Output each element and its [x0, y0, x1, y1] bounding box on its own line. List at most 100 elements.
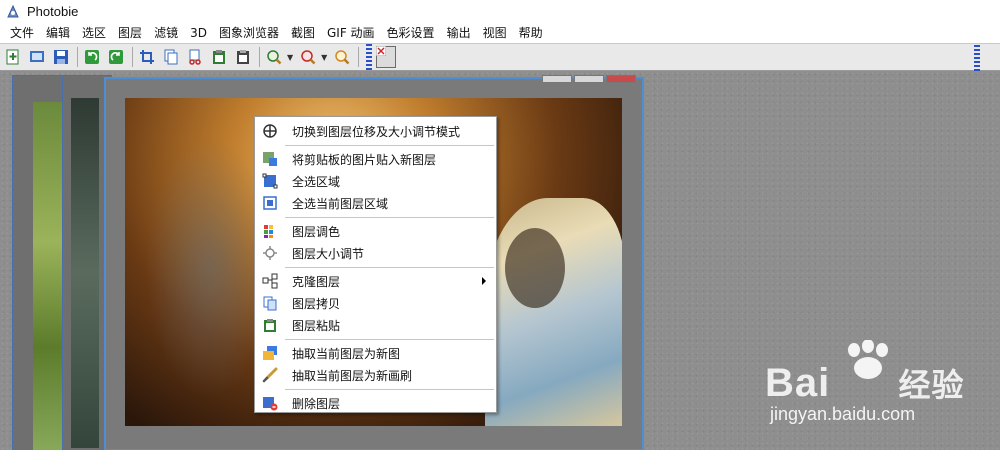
- crop-icon: [140, 50, 154, 64]
- menu-output[interactable]: 输出: [441, 23, 477, 43]
- photobie-app-icon: [7, 4, 19, 17]
- menu-item-paste-layer[interactable]: 图层粘贴: [255, 315, 496, 335]
- menu-selection[interactable]: 选区: [76, 23, 112, 43]
- menu-gif-animation[interactable]: GIF 动画: [321, 23, 381, 43]
- copy-button[interactable]: [160, 46, 182, 68]
- watermark-url: jingyan.baidu.com: [770, 404, 916, 424]
- clone-icon: [262, 273, 278, 289]
- extract-image-icon: [262, 345, 278, 361]
- undo-icon: [85, 50, 99, 64]
- close-button[interactable]: [606, 75, 636, 83]
- menu-separator: [285, 267, 494, 268]
- zoom-fit-button[interactable]: [331, 46, 353, 68]
- window-title: Photobie: [27, 4, 79, 19]
- baidu-watermark: Bai 经验 jingyan.baidu.com: [730, 340, 990, 430]
- toolbar-separator: [358, 47, 360, 67]
- color-swatch[interactable]: [376, 46, 397, 68]
- close-x-icon: [376, 46, 387, 56]
- menu-color-settings[interactable]: 色彩设置: [381, 23, 441, 43]
- document-thumbnail: [71, 98, 99, 448]
- context-menu: 切换到图层位移及大小调节模式 将剪贴板的图片贴入新图层 全选区域 全选当前图层区…: [254, 116, 497, 413]
- menu-item-label: 图层拷贝: [292, 296, 341, 311]
- minimize-button[interactable]: [542, 75, 572, 83]
- photo-subject: [485, 198, 622, 426]
- select-all-icon: [262, 173, 278, 189]
- maximize-button[interactable]: [574, 75, 604, 83]
- cut-button[interactable]: [184, 46, 206, 68]
- photo-region: [505, 228, 565, 308]
- copy-layer-icon: [262, 295, 278, 311]
- undo-button[interactable]: [81, 46, 103, 68]
- new-file-button[interactable]: [2, 46, 24, 68]
- menu-item-label: 图层粘贴: [292, 318, 341, 333]
- paste-button[interactable]: [208, 46, 230, 68]
- zoom-in-dropdown-icon[interactable]: ▼: [287, 53, 293, 62]
- menu-item-select-layer[interactable]: 全选当前图层区域: [255, 193, 496, 213]
- palette-icon: [262, 223, 278, 239]
- menu-filter[interactable]: 滤镜: [148, 23, 184, 43]
- crop-button[interactable]: [136, 46, 158, 68]
- zoom-in-button[interactable]: [263, 46, 285, 68]
- menu-item-label: 抽取当前图层为新图: [292, 346, 401, 361]
- save-icon: [54, 50, 68, 64]
- save-button[interactable]: [50, 46, 72, 68]
- menu-item-select-all[interactable]: 全选区域: [255, 171, 496, 191]
- open-file-button[interactable]: [26, 46, 48, 68]
- cut-icon: [189, 49, 201, 65]
- zoom-out-button[interactable]: [297, 46, 319, 68]
- menu-item-label: 全选当前图层区域: [292, 196, 389, 211]
- menu-separator: [285, 145, 494, 146]
- zoom-out-dropdown-icon[interactable]: ▼: [321, 53, 327, 62]
- zoom-out-icon: [301, 50, 316, 65]
- toolbar: ▼ ▼: [0, 43, 1000, 71]
- menu-layer[interactable]: 图层: [112, 23, 148, 43]
- toolbar-grip-right[interactable]: [974, 45, 980, 71]
- menu-file[interactable]: 文件: [4, 23, 40, 43]
- toolbar-grip[interactable]: [366, 44, 373, 70]
- menu-item-delete-layer[interactable]: 删除图层: [255, 393, 496, 413]
- menu-item-extract-image[interactable]: 抽取当前图层为新图: [255, 343, 496, 363]
- watermark-brand-text: Bai: [765, 361, 831, 405]
- watermark-brand-suffix: 经验: [898, 367, 965, 403]
- paste-new-button[interactable]: [232, 46, 254, 68]
- paste-icon: [213, 50, 225, 64]
- watermark-brand: Bai 经验: [765, 360, 965, 406]
- title-bar: Photobie: [0, 0, 1000, 23]
- menu-item-paste-new-layer[interactable]: 将剪贴板的图片贴入新图层: [255, 149, 496, 169]
- resize-icon: [262, 245, 278, 261]
- menu-screenshot[interactable]: 截图: [285, 23, 321, 43]
- menu-item-layer-resize[interactable]: 图层大小调节: [255, 243, 496, 263]
- menu-bar: 文件 编辑 选区 图层 滤镜 3D 图象浏览器 截图 GIF 动画 色彩设置 输…: [0, 23, 1000, 43]
- menu-item-label: 克隆图层: [292, 274, 341, 289]
- menu-separator: [285, 389, 494, 390]
- new-file-icon: [6, 49, 19, 65]
- menu-item-label: 图层大小调节: [292, 246, 365, 261]
- menu-item-extract-brush[interactable]: 抽取当前图层为新画刷: [255, 365, 496, 385]
- toolbar-separator: [132, 47, 133, 67]
- menu-image-browser[interactable]: 图象浏览器: [213, 23, 285, 43]
- submenu-arrow-icon: [482, 277, 486, 285]
- menu-item-label: 将剪贴板的图片贴入新图层: [292, 152, 437, 167]
- toolbar-separator: [77, 47, 78, 67]
- paste-new-icon: [237, 50, 249, 64]
- zoom-in-icon: [267, 50, 282, 65]
- menu-item-clone-layer[interactable]: 克隆图层: [255, 271, 496, 291]
- copy-icon: [164, 49, 178, 65]
- menu-item-label: 抽取当前图层为新画刷: [292, 368, 413, 383]
- menu-item-label: 全选区域: [292, 174, 341, 189]
- menu-help[interactable]: 帮助: [513, 23, 549, 43]
- menu-view[interactable]: 视图: [477, 23, 513, 43]
- menu-item-copy-layer[interactable]: 图层拷贝: [255, 293, 496, 313]
- redo-icon: [109, 50, 123, 64]
- menu-item-layer-color[interactable]: 图层调色: [255, 221, 496, 241]
- delete-layer-icon: [262, 395, 278, 411]
- paste-icon: [262, 317, 278, 333]
- redo-button[interactable]: [105, 46, 127, 68]
- menu-3d[interactable]: 3D: [184, 23, 213, 43]
- menu-item-label: 切换到图层位移及大小调节模式: [292, 124, 461, 139]
- menu-edit[interactable]: 编辑: [40, 23, 76, 43]
- menu-item-move-mode[interactable]: 切换到图层位移及大小调节模式: [255, 121, 496, 141]
- brush-icon: [262, 367, 278, 383]
- menu-separator: [285, 339, 494, 340]
- select-layer-icon: [262, 195, 278, 211]
